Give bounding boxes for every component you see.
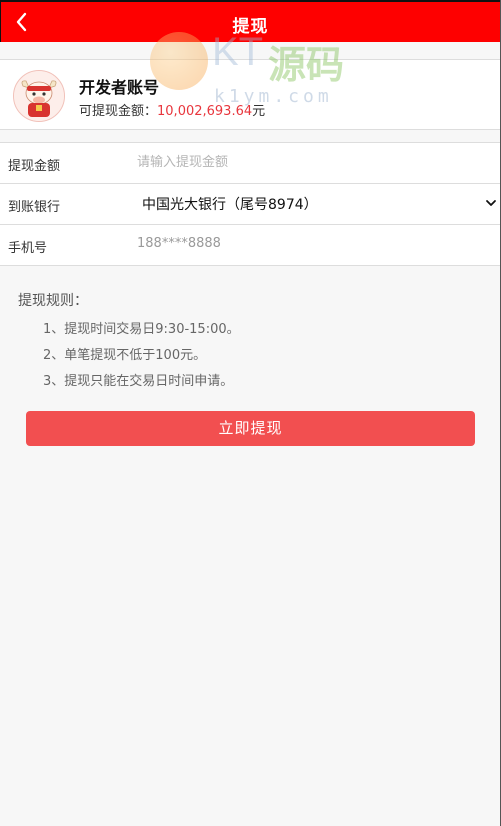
- rule-item: 3、提现只能在交易日时间申请。: [43, 374, 234, 389]
- phone-row: 手机号 188****8888: [0, 225, 501, 266]
- account-name: 开发者账号: [79, 78, 160, 97]
- bank-select[interactable]: 中国光大银行（尾号8974）: [137, 192, 499, 216]
- ox-mascot-icon: [14, 71, 64, 121]
- rule-item: 1、提现时间交易日9:30-15:00。: [43, 322, 240, 337]
- balance-unit: 元: [252, 104, 266, 119]
- account-card: 开发者账号 可提现金额：10,002,693.64元: [0, 59, 501, 130]
- bank-row: 到账银行 中国光大银行（尾号8974）: [0, 184, 501, 225]
- amount-label: 提现金额: [8, 159, 61, 174]
- page-title: 提现: [232, 17, 269, 37]
- rules-title: 提现规则：: [18, 293, 88, 309]
- phone-value: 188****8888: [137, 236, 221, 251]
- balance-label: 可提现金额：: [79, 104, 158, 119]
- balance-line: 可提现金额：10,002,693.64元: [79, 100, 265, 119]
- balance-amount: 10,002,693.64: [157, 104, 253, 119]
- withdraw-submit-button[interactable]: 立即提现: [26, 411, 475, 446]
- chevron-down-icon: [486, 200, 496, 206]
- amount-row: 提现金额: [0, 143, 501, 184]
- bank-label: 到账银行: [8, 200, 61, 215]
- bank-selected-value: 中国光大银行（尾号8974）: [142, 197, 318, 213]
- header-bar: 提现: [0, 0, 501, 42]
- amount-input[interactable]: [137, 149, 477, 175]
- phone-label: 手机号: [8, 241, 48, 256]
- avatar: [13, 70, 65, 122]
- withdraw-form: 提现金额 到账银行 中国光大银行（尾号8974） 手机号 188****8888: [0, 142, 501, 266]
- rule-item: 2、单笔提现不低于100元。: [43, 348, 207, 363]
